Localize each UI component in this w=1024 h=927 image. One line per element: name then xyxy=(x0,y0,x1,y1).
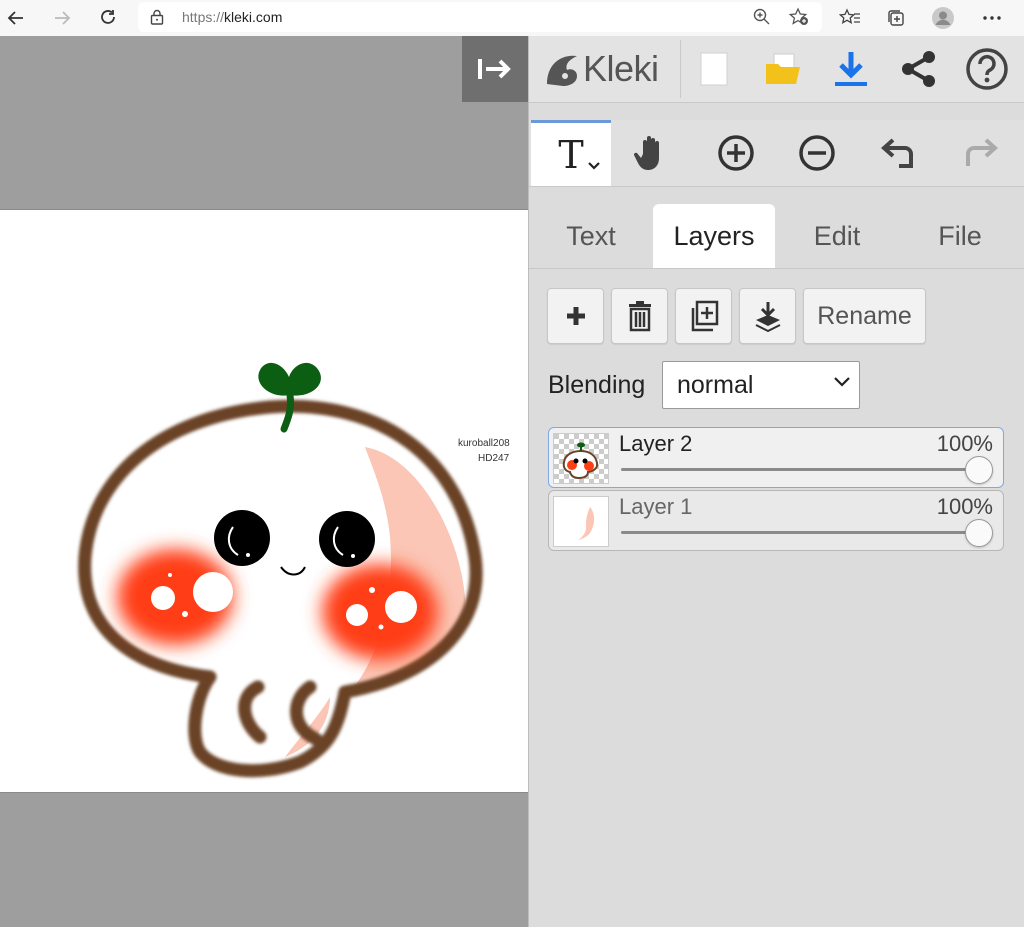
collections-icon[interactable] xyxy=(882,4,910,32)
drawing-canvas[interactable]: kuroball208 HD247 xyxy=(0,209,528,793)
new-image-button[interactable] xyxy=(689,44,739,94)
layer-name: Layer 1 xyxy=(619,494,693,519)
share-icon xyxy=(902,51,935,87)
collapse-panel-button[interactable] xyxy=(462,36,528,102)
zoom-in-icon xyxy=(718,135,754,171)
more-menu-icon[interactable] xyxy=(978,4,1006,32)
chevron-down-icon[interactable] xyxy=(587,161,601,171)
sidebar-panel: Kleki T Text Layers Edit File Rename Ble… xyxy=(528,36,1024,927)
url-text: https://kleki.com xyxy=(182,9,283,25)
layer-opacity-value: 100% xyxy=(936,431,993,456)
layer-item-1[interactable]: Layer 1 100% xyxy=(548,490,1004,551)
tab-text[interactable]: Text xyxy=(530,204,652,268)
opacity-slider-handle[interactable] xyxy=(965,456,993,484)
back-icon[interactable] xyxy=(2,4,30,32)
mascot-drawing xyxy=(78,362,483,778)
trash-icon xyxy=(628,301,651,332)
layer-thumbnail xyxy=(553,433,609,484)
app-topbar: Kleki xyxy=(529,36,1024,103)
download-icon xyxy=(835,52,867,86)
watermark-line-2: HD247 xyxy=(478,453,510,464)
delete-layer-button[interactable] xyxy=(611,288,668,344)
download-button[interactable] xyxy=(826,44,876,94)
blending-label: Blending xyxy=(548,370,646,399)
zoom-out-button[interactable] xyxy=(777,120,857,186)
duplicate-layer-button[interactable] xyxy=(675,288,732,344)
tab-layers[interactable]: Layers xyxy=(653,204,775,268)
kleki-logo[interactable]: Kleki xyxy=(543,46,659,92)
merge-down-icon xyxy=(755,302,780,332)
zoom-out-icon xyxy=(799,135,835,171)
new-document-icon xyxy=(700,52,728,86)
add-favorite-icon[interactable] xyxy=(788,7,810,32)
help-button[interactable] xyxy=(962,44,1012,94)
layer-item-2[interactable]: Layer 2 100% xyxy=(548,427,1004,488)
undo-icon xyxy=(881,138,913,168)
hand-icon xyxy=(634,136,659,170)
add-layer-button[interactable] xyxy=(547,288,604,344)
redo-button[interactable] xyxy=(940,120,1020,186)
collapse-arrow-icon xyxy=(478,59,511,79)
redo-icon xyxy=(966,138,998,166)
blending-row: Blending normal xyxy=(548,361,860,409)
plus-icon xyxy=(566,307,585,325)
opacity-slider-handle[interactable] xyxy=(965,519,993,547)
hand-tool-button[interactable] xyxy=(611,120,691,186)
layer-opacity-value: 100% xyxy=(936,494,993,519)
panel-tabs: Text Layers Edit File xyxy=(529,204,1024,269)
blending-select[interactable]: normal xyxy=(662,361,860,409)
divider xyxy=(680,40,681,98)
zoom-icon[interactable] xyxy=(752,7,772,32)
share-button[interactable] xyxy=(894,44,944,94)
chevron-down-icon xyxy=(834,377,850,387)
rename-layer-button[interactable]: Rename xyxy=(803,288,926,344)
favorites-icon[interactable] xyxy=(836,4,864,32)
layer-thumbnail xyxy=(553,496,609,547)
help-icon xyxy=(966,48,1008,90)
tab-edit[interactable]: Edit xyxy=(776,204,898,268)
address-bar[interactable]: https://kleki.com xyxy=(138,2,822,32)
forward-icon[interactable] xyxy=(48,4,76,32)
opacity-slider-track[interactable] xyxy=(621,468,981,471)
blending-value: normal xyxy=(677,370,754,399)
open-file-button[interactable] xyxy=(758,44,808,94)
opacity-slider-track[interactable] xyxy=(621,531,981,534)
layer-name: Layer 2 xyxy=(619,431,693,456)
reload-icon[interactable] xyxy=(94,4,122,32)
profile-avatar-icon[interactable] xyxy=(929,4,957,32)
logo-text: Kleki xyxy=(583,48,659,89)
tab-file[interactable]: File xyxy=(899,204,1021,268)
zoom-in-button[interactable] xyxy=(696,120,776,186)
kleki-logo-icon xyxy=(547,55,577,86)
canvas-area[interactable]: kuroball208 HD247 xyxy=(0,36,528,927)
browser-toolbar: https://kleki.com xyxy=(0,0,1024,37)
merge-layer-button[interactable] xyxy=(739,288,796,344)
undo-button[interactable] xyxy=(859,120,939,186)
watermark-line-1: kuroball208 xyxy=(458,438,510,449)
duplicate-icon xyxy=(691,300,718,332)
text-tool-button[interactable]: T xyxy=(531,120,611,186)
lock-icon xyxy=(150,9,164,30)
folder-icon xyxy=(766,53,800,84)
text-tool-icon: T xyxy=(558,132,584,177)
tool-row: T xyxy=(529,120,1024,187)
